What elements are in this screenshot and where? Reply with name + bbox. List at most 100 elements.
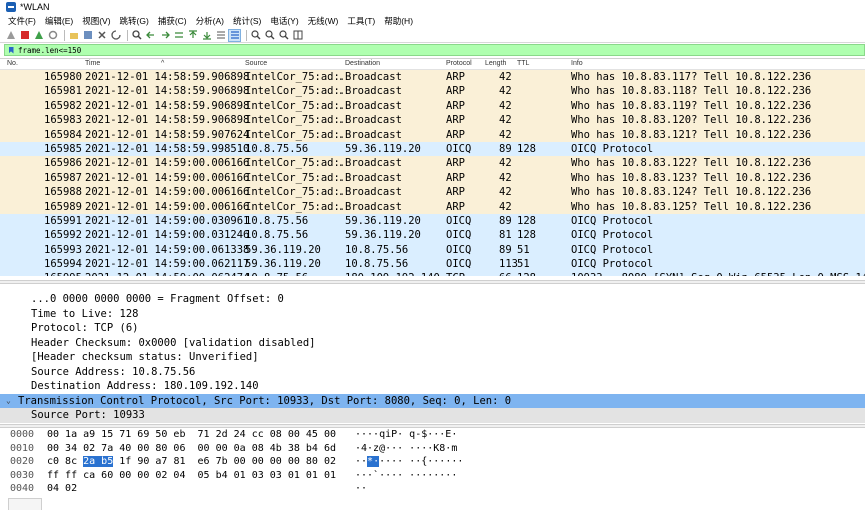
colorize-icon[interactable] — [228, 28, 241, 42]
packet-row[interactable]: 165992 2021-12-01 14:59:00.031246 10.8.75.… — [0, 228, 865, 243]
detail-tree-item[interactable]: Header Checksum: 0x0000 [validation disa… — [0, 336, 865, 351]
bytes-hex[interactable]: 04 02 — [47, 482, 77, 496]
title-bar: *WLAN — [0, 0, 865, 14]
packet-details: ...0 0000 0000 0000 = Fragment Offset: 0… — [0, 292, 865, 424]
back-icon[interactable] — [145, 30, 156, 41]
find-icon[interactable] — [131, 30, 142, 41]
cell-src: 59.36.119.20 — [245, 258, 321, 271]
bookmark-icon[interactable] — [7, 46, 15, 55]
cell-src: 10.8.75.56 — [245, 142, 309, 155]
menu-view[interactable]: 视图(V) — [82, 15, 110, 27]
bytes-ascii[interactable]: ·4·z@··· ····K8·m — [355, 442, 457, 456]
detail-tree-item[interactable]: Source Port: 10933 — [0, 408, 865, 423]
detail-tree-item[interactable]: ...0 0000 0000 0000 = Fragment Offset: 0 — [0, 292, 865, 307]
cell-src: 10.8.75.56 — [245, 271, 343, 276]
bytes-ascii[interactable]: ····qiP· q-$···E· — [355, 428, 457, 442]
bytes-ascii[interactable]: ·· — [355, 482, 367, 496]
zoom-in-icon[interactable] — [250, 30, 261, 41]
cell-ttl: 51 — [517, 258, 530, 271]
forward-icon[interactable] — [159, 30, 170, 41]
save-icon[interactable] — [82, 30, 93, 41]
column-header-destination[interactable]: Destination — [345, 60, 380, 67]
packet-row[interactable]: 165989 2021-12-01 14:59:00.006166 IntelCor… — [0, 199, 865, 214]
column-header-protocol[interactable]: Protocol — [446, 60, 472, 67]
close-file-icon[interactable] — [96, 30, 107, 41]
cell-len: 89 — [499, 142, 512, 155]
cell-proto: OICQ — [446, 229, 472, 242]
packet-row[interactable]: 165991 2021-12-01 14:59:00.030961 10.8.75.… — [0, 213, 865, 229]
menu-analyze[interactable]: 分析(A) — [196, 15, 224, 27]
packet-row[interactable]: 165980 2021-12-01 14:58:59.906898 IntelCor… — [0, 70, 865, 85]
cell-time: 2021-12-01 14:59:00.030961 — [85, 214, 250, 227]
detail-tree-item[interactable]: Time to Live: 128 — [0, 307, 865, 322]
bytes-hex[interactable]: c0 8c 2a b5 1f 90 a7 81 e6 7b 00 00 00 0… — [47, 455, 336, 469]
cell-len: 113 — [499, 258, 518, 271]
cell-info: 10933 → 8080 [SYN] Seq=0 Win=65535 Len=0… — [571, 271, 865, 276]
bytes-ascii[interactable]: ··*····· ··{······ — [355, 455, 463, 469]
packet-row[interactable]: 165994 2021-12-01 14:59:00.062117 59.36.11… — [0, 257, 865, 272]
resize-columns-icon[interactable] — [292, 30, 303, 41]
menu-tools[interactable]: 工具(T) — [347, 15, 375, 27]
detail-text: Time to Live: 128 — [31, 307, 139, 320]
bytes-tab-frame[interactable] — [8, 498, 42, 510]
column-header-no[interactable]: No. — [7, 60, 18, 67]
pane-splitter[interactable] — [0, 280, 865, 284]
menu-help[interactable]: 帮助(H) — [384, 15, 413, 27]
expand-chevron-icon[interactable]: ⌄ — [6, 394, 11, 409]
detail-tree-item-selected[interactable]: ⌄ Transmission Control Protocol, Src Port… — [0, 393, 865, 409]
packet-row[interactable]: 165982 2021-12-01 14:58:59.906898 IntelCor… — [0, 98, 865, 114]
packet-row[interactable]: 1659952021-12-01 14:59:00.06247410.8.75.… — [0, 271, 865, 276]
shark-fin-icon[interactable] — [5, 30, 16, 41]
bytes-hex[interactable]: 00 1a a9 15 71 69 50 eb 71 2d 24 cc 08 0… — [47, 428, 336, 442]
packet-row[interactable]: 165993 2021-12-01 14:59:00.061338 59.36.11… — [0, 242, 865, 258]
bytes-hex[interactable]: ff ff ca 60 00 00 02 04 05 b4 01 03 03 0… — [47, 469, 336, 483]
bytes-offset: 0000 — [10, 429, 35, 440]
autoscroll-icon[interactable] — [215, 30, 226, 41]
packet-row[interactable]: 165985 2021-12-01 14:58:59.998510 10.8.75.… — [0, 141, 865, 157]
column-header-ttl[interactable]: TTL — [517, 60, 529, 67]
goto-icon[interactable] — [173, 30, 184, 41]
stop-icon[interactable] — [19, 30, 30, 41]
cell-proto: OICQ — [446, 142, 472, 155]
packet-row[interactable]: 165988 2021-12-01 14:59:00.006166 IntelCor… — [0, 185, 865, 200]
packet-row[interactable]: 165986 2021-12-01 14:59:00.006166 IntelCor… — [0, 156, 865, 171]
menu-telephony[interactable]: 电话(Y) — [270, 15, 298, 27]
menu-statistics[interactable]: 统计(S) — [233, 15, 261, 27]
packet-row[interactable]: 165987 2021-12-01 14:59:00.006166 IntelCor… — [0, 170, 865, 186]
packet-row[interactable]: 165983 2021-12-01 14:58:59.906898 IntelCor… — [0, 113, 865, 128]
packet-row[interactable]: 165984 2021-12-01 14:58:59.907624 IntelCor… — [0, 127, 865, 142]
detail-tree-item[interactable]: Protocol: TCP (6) — [0, 321, 865, 336]
reload-icon[interactable] — [110, 30, 121, 41]
detail-tree-item[interactable]: [Header checksum status: Unverified] — [0, 350, 865, 365]
display-filter-input[interactable] — [18, 45, 618, 55]
bytes-ascii[interactable]: ···`···· ········ — [355, 469, 457, 483]
menu-edit[interactable]: 编辑(E) — [45, 15, 73, 27]
restart-icon[interactable] — [33, 30, 44, 41]
cell-dst: Broadcast — [345, 128, 402, 141]
cell-src: IntelCor_75:ad:… — [245, 85, 343, 98]
column-header-length[interactable]: Length — [485, 60, 506, 67]
menu-go[interactable]: 跳转(G) — [120, 15, 149, 27]
bytes-hex[interactable]: 00 34 02 7a 40 00 80 06 00 00 0a 08 4b 3… — [47, 442, 336, 456]
column-header-info[interactable]: Info — [571, 60, 583, 67]
detail-tree-item[interactable]: Source Address: 10.8.75.56 — [0, 365, 865, 380]
packet-row[interactable]: 165981 2021-12-01 14:58:59.906898 IntelCor… — [0, 84, 865, 99]
last-icon[interactable] — [201, 30, 212, 41]
menu-wireless[interactable]: 无线(W) — [308, 15, 339, 27]
menu-capture[interactable]: 捕获(C) — [158, 15, 187, 27]
zoom-out-icon[interactable] — [264, 30, 275, 41]
detail-text: Destination Address: 180.109.192.140 — [31, 380, 259, 392]
cell-no: 165989 — [44, 200, 82, 213]
options-icon[interactable] — [47, 30, 58, 41]
open-icon[interactable] — [68, 30, 79, 41]
bytes-row: 0000 00 1a a9 15 71 69 50 eb 71 2d 24 cc … — [0, 428, 865, 442]
column-header-time[interactable]: Time — [85, 60, 100, 67]
column-header-source[interactable]: Source — [245, 60, 267, 67]
cell-len: 89 — [499, 214, 512, 227]
zoom-reset-icon[interactable] — [278, 30, 289, 41]
cell-len: 81 — [499, 229, 512, 242]
cell-proto: ARP — [446, 157, 465, 170]
first-icon[interactable] — [187, 30, 198, 41]
menu-file[interactable]: 文件(F) — [8, 15, 36, 27]
detail-tree-item[interactable]: Destination Address: 180.109.192.140 — [0, 379, 865, 394]
